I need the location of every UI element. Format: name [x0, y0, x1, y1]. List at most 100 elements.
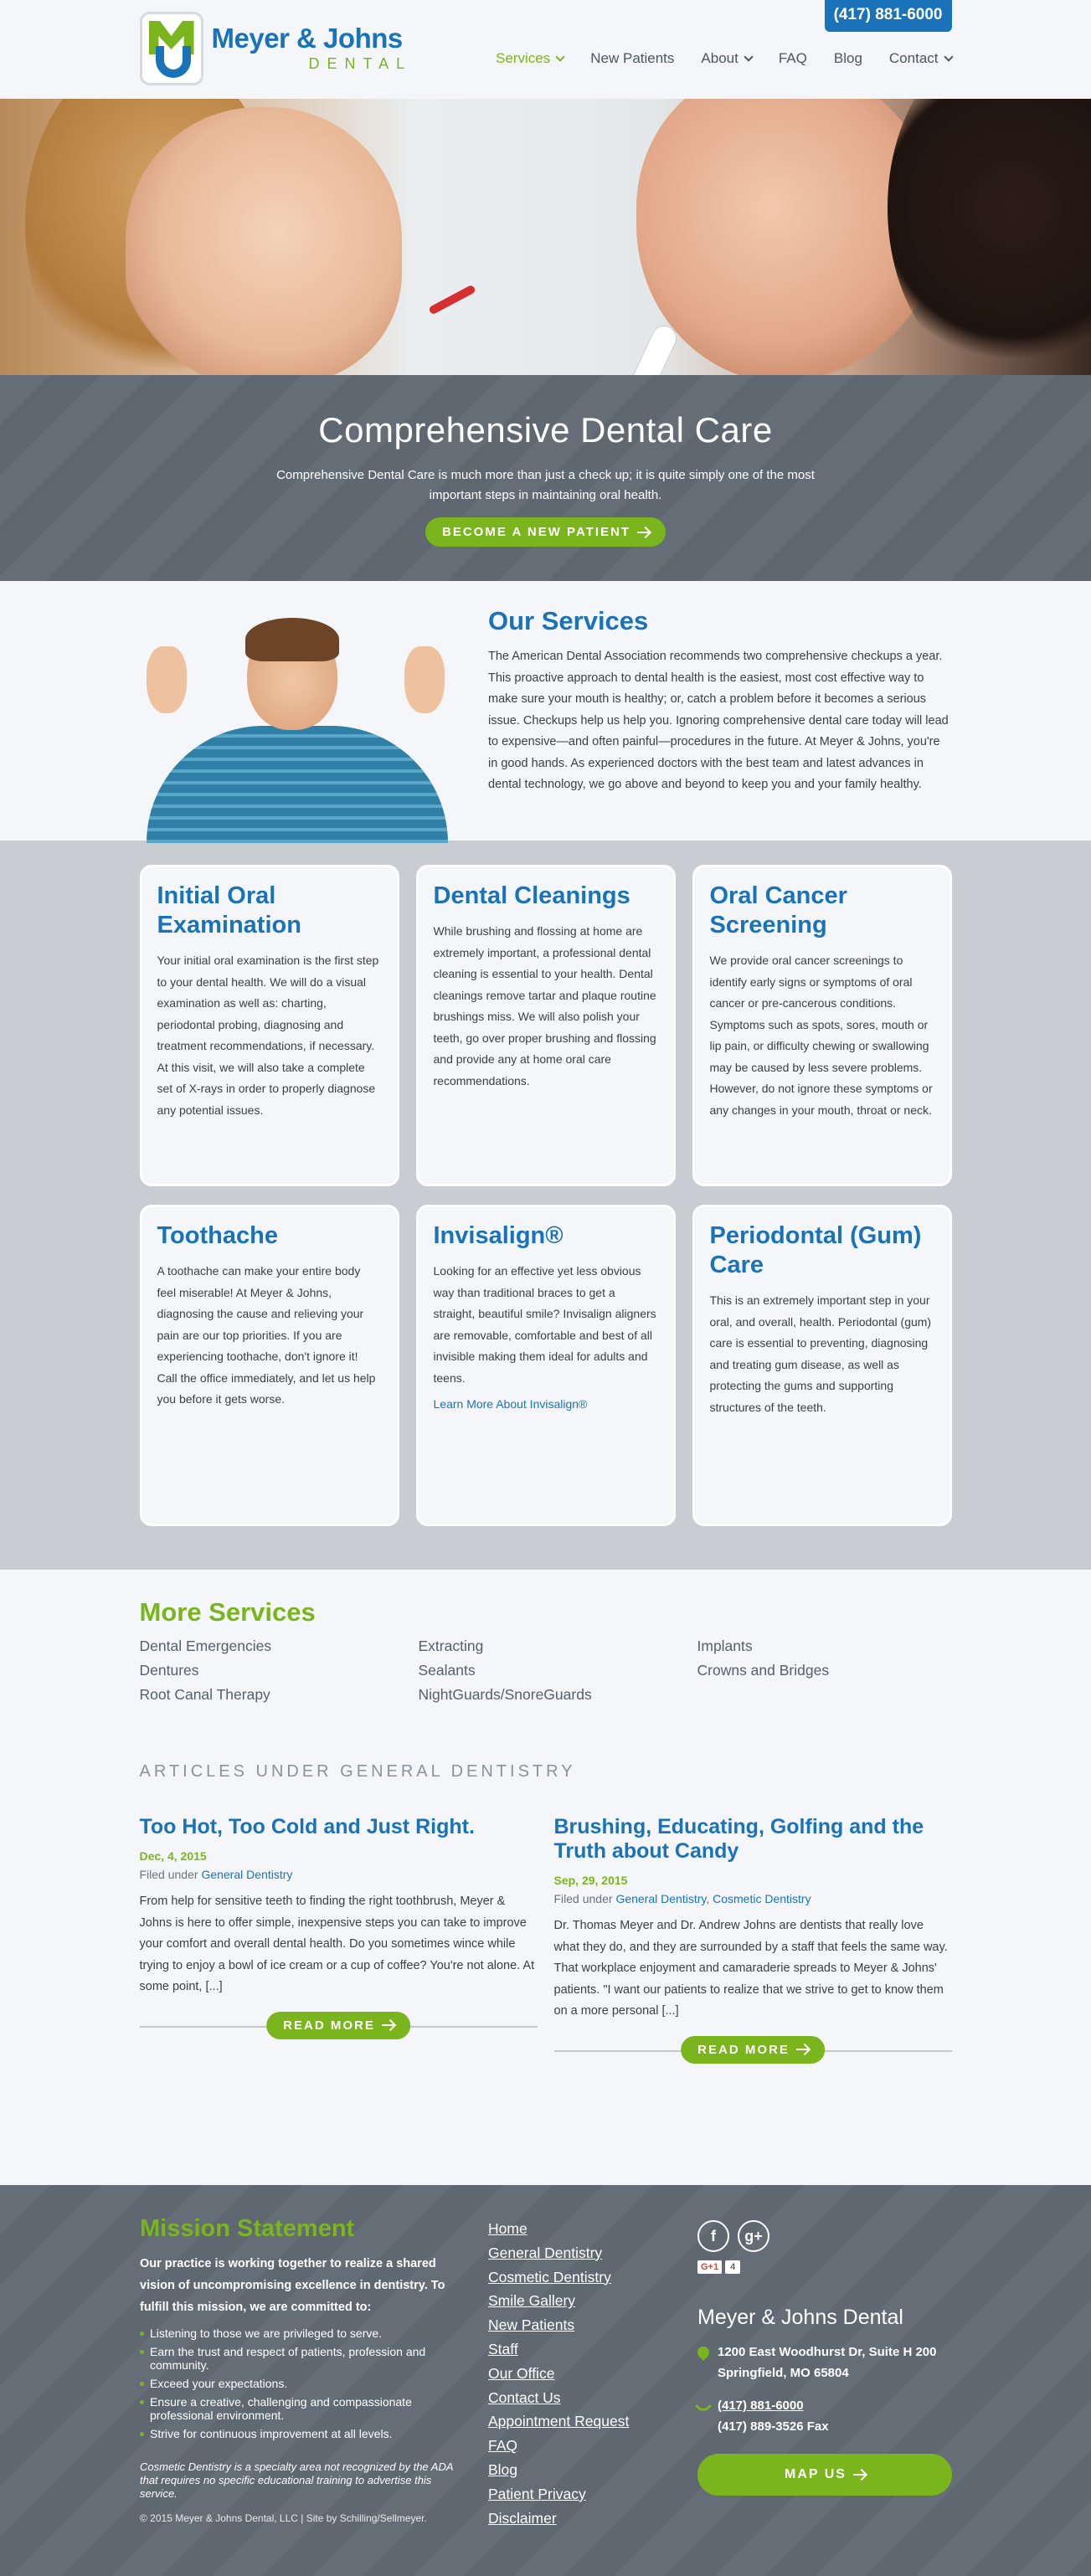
- nav-item-services[interactable]: Services: [496, 50, 565, 67]
- service-card: Toothache A toothache can make your enti…: [139, 1205, 399, 1526]
- page: Meyer & Johns DENTAL (417) 881-6000 Serv…: [0, 0, 1091, 2576]
- more-service-link[interactable]: NightGuards/SnoreGuards: [419, 1686, 697, 1704]
- google-plus-one-button[interactable]: G+1 4: [697, 2260, 952, 2274]
- more-service-link[interactable]: Implants: [697, 1638, 952, 1655]
- nav-item-faq[interactable]: FAQ: [779, 50, 807, 67]
- footer-link-faq[interactable]: FAQ: [488, 2434, 629, 2458]
- card-text: Your initial oral examination is the fir…: [157, 954, 379, 1117]
- mission-lead: Our practice is working together to real…: [140, 2257, 445, 2314]
- article-excerpt: Dr. Thomas Meyer and Dr. Andrew Johns ar…: [553, 1919, 948, 2018]
- service-card: Dental Cleanings While brushing and flos…: [415, 865, 676, 1186]
- our-services-section: Our Services The American Dental Associa…: [0, 581, 1091, 843]
- card-title: Invisalign®: [433, 1222, 564, 1249]
- arrow-right-icon: [795, 2049, 808, 2050]
- logo-icon: [139, 12, 203, 85]
- footer-link-appointment-request[interactable]: Appointment Request: [488, 2409, 629, 2434]
- card-text: This is an extremely important step in y…: [709, 1293, 932, 1414]
- footer-link-cosmetic-dentistry[interactable]: Cosmetic Dentistry: [488, 2265, 629, 2290]
- article-filed: Filed under General Dentistry, Cosmetic …: [553, 1892, 811, 1905]
- chevron-down-icon: [744, 52, 754, 62]
- footer-link-blog[interactable]: Blog: [488, 2458, 629, 2482]
- arrow-right-icon: [381, 2024, 394, 2026]
- chevron-down-icon: [555, 52, 565, 62]
- card-text: Looking for an effective yet less obviou…: [433, 1264, 656, 1385]
- mission-title: Mission Statement: [140, 2215, 355, 2242]
- nav-item-about[interactable]: About: [701, 50, 754, 67]
- footer-link-contact-us[interactable]: Contact Us: [488, 2386, 629, 2410]
- nav-item-new-patients[interactable]: New Patients: [590, 50, 674, 67]
- mission-bullet: Strive for continuous improvement at all…: [140, 2427, 458, 2440]
- article-date: Dec, 4, 2015: [139, 1849, 207, 1863]
- mission-bullet: Listening to those we are privileged to …: [140, 2327, 458, 2340]
- gplus-badge: G+1: [697, 2260, 723, 2274]
- card-title: Periodontal (Gum) Care: [709, 1222, 922, 1278]
- category-link[interactable]: General Dentistry: [201, 1868, 292, 1881]
- nav-item-contact[interactable]: Contact: [888, 50, 954, 67]
- site-footer: Mission Statement Our practice is workin…: [0, 2185, 1091, 2576]
- more-service-link[interactable]: Dental Emergencies: [140, 1638, 419, 1655]
- service-card: Periodontal (Gum) Care This is an extrem…: [692, 1205, 952, 1526]
- category-link[interactable]: Cosmetic Dentistry: [713, 1892, 811, 1905]
- more-services-section: More Services Dental Emergencies Extract…: [139, 1570, 952, 2064]
- main-nav: Services New Patients About FAQ Blog Con…: [496, 50, 954, 67]
- article-item: Brushing, Educating, Golfing and the Tru…: [553, 1815, 952, 2064]
- more-service-link[interactable]: Dentures: [140, 1662, 419, 1679]
- service-card: Initial Oral Examination Your initial or…: [139, 865, 399, 1186]
- address-block: 1200 East Woodhurst Dr, Suite H 200 Sprin…: [695, 2342, 952, 2383]
- read-more-button[interactable]: READ MORE: [681, 2035, 825, 2064]
- footer-link-staff[interactable]: Staff: [488, 2337, 629, 2362]
- disclaimer-text: Cosmetic Dentistry is a specialty area n…: [140, 2460, 454, 2500]
- mission-bullet: Earn the trust and respect of patients, …: [140, 2345, 458, 2372]
- card-title: Toothache: [157, 1222, 278, 1249]
- invisalign-link[interactable]: Learn More About Invisalign®: [434, 1397, 658, 1411]
- article-date: Sep, 29, 2015: [553, 1874, 628, 1887]
- card-title: Initial Oral Examination: [157, 882, 301, 938]
- card-text: While brushing and flossing at home are …: [433, 924, 656, 1087]
- service-cards-section: Initial Oral Examination Your initial or…: [0, 841, 1091, 1570]
- footer-link-smile-gallery[interactable]: Smile Gallery: [488, 2289, 629, 2313]
- service-card: Invisalign® Looking for an effective yet…: [415, 1205, 676, 1526]
- facebook-icon[interactable]: f: [697, 2220, 729, 2252]
- google-plus-icon[interactable]: g+: [738, 2220, 769, 2252]
- article-title-link[interactable]: Too Hot, Too Cold and Just Right.: [140, 1815, 475, 1838]
- footer-link-disclaimer[interactable]: Disclaimer: [488, 2507, 629, 2531]
- mission-list: Listening to those we are privileged to …: [140, 2327, 458, 2440]
- footer-link-new-patients[interactable]: New Patients: [488, 2313, 629, 2337]
- map-us-button[interactable]: MAP US: [697, 2454, 952, 2496]
- phone-icon: [695, 2398, 712, 2414]
- copyright: © 2015 Meyer & Johns Dental, LLC | Site …: [140, 2512, 427, 2524]
- map-pin-icon: [695, 2344, 712, 2361]
- cta-title: Comprehensive Dental Care: [318, 410, 773, 450]
- nav-label: Contact: [888, 50, 939, 66]
- new-patient-button[interactable]: BECOME A NEW PATIENT: [425, 517, 666, 547]
- button-label: READ MORE: [697, 2042, 790, 2057]
- address-line-2: Springfield, MO 65804: [718, 2366, 849, 2380]
- hero-image: [0, 99, 1091, 375]
- read-more-button[interactable]: READ MORE: [266, 2011, 410, 2039]
- card-title: Dental Cleanings: [433, 882, 630, 909]
- mission-bullet: Ensure a creative, challenging and compa…: [140, 2395, 458, 2422]
- chevron-down-icon: [943, 52, 954, 62]
- article-item: Too Hot, Too Cold and Just Right. Dec, 4…: [139, 1815, 538, 2064]
- our-services-text: The American Dental Association recommen…: [488, 650, 949, 791]
- nav-label: New Patients: [590, 50, 675, 66]
- nav-item-blog[interactable]: Blog: [834, 50, 862, 67]
- header-phone-button[interactable]: (417) 881-6000: [824, 0, 952, 32]
- footer-link-our-office[interactable]: Our Office: [488, 2362, 629, 2386]
- category-link[interactable]: General Dentistry: [615, 1892, 706, 1905]
- footer-link-general-dentistry[interactable]: General Dentistry: [488, 2241, 629, 2265]
- more-service-link[interactable]: Root Canal Therapy: [140, 1686, 419, 1704]
- article-title-link[interactable]: Brushing, Educating, Golfing and the Tru…: [554, 1815, 924, 1863]
- more-service-link[interactable]: Sealants: [419, 1662, 697, 1679]
- gplus-count: 4: [725, 2260, 741, 2274]
- boy-image: [138, 618, 456, 843]
- footer-link-home[interactable]: Home: [488, 2217, 629, 2241]
- footer-phone-link[interactable]: (417) 881-6000: [718, 2399, 804, 2413]
- footer-link-patient-privacy[interactable]: Patient Privacy: [488, 2482, 629, 2507]
- mission-bullet: Exceed your expectations.: [140, 2377, 458, 2390]
- more-service-link[interactable]: Extracting: [419, 1638, 697, 1655]
- more-service-link[interactable]: Crowns and Bridges: [697, 1662, 952, 1679]
- practice-name: Meyer & Johns Dental: [697, 2306, 903, 2329]
- site-logo[interactable]: Meyer & Johns DENTAL: [139, 12, 413, 85]
- card-text: We provide oral cancer screenings to ide…: [709, 954, 933, 1117]
